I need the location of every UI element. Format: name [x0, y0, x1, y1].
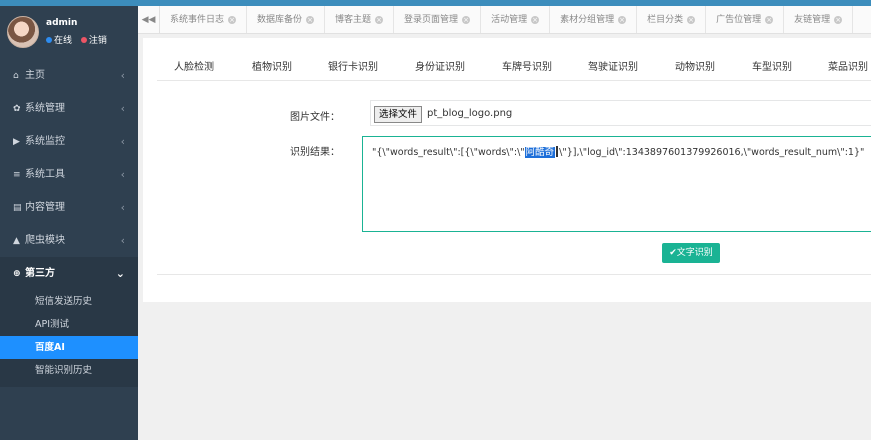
main-panel: 人脸检测 植物识别 银行卡识别 身份证识别 车牌号识别 驾驶证识别 动物识别 车… — [143, 38, 871, 302]
sidebar-item-crawler[interactable]: ▲ 爬虫模块 ‹ — [0, 224, 138, 257]
result-suffix: \"}],\"log_id\":1343897601379926016,\"wo… — [559, 147, 865, 158]
page-tab[interactable]: 博客主题 × — [325, 6, 395, 33]
tab-label: 活动管理 — [491, 15, 528, 25]
sidebar-item-label: 系统管理 — [25, 103, 65, 114]
file-input[interactable]: 选择文件 pt_blog_logo.png — [370, 100, 871, 126]
chevron-left-icon: ‹ — [120, 168, 125, 181]
tab-label: 广告位管理 — [716, 15, 762, 25]
close-icon[interactable]: × — [687, 16, 696, 24]
result-prefix: "{\"words_result\":[{\"words\":\" — [372, 147, 525, 158]
close-icon[interactable]: × — [834, 16, 843, 24]
video-icon: ▶ — [13, 137, 20, 147]
chevron-left-icon: ‹ — [120, 69, 125, 82]
page-tabs: 系统事件日志 × 数据库备份 × 博客主题 × 登录页面管理 × 活动管理 × 素材分组管… — [160, 6, 854, 33]
recognition-type-tabs: 人脸检测 植物识别 银行卡识别 身份证识别 车牌号识别 驾驶证识别 动物识别 车… — [157, 58, 871, 78]
close-icon[interactable]: × — [531, 16, 540, 24]
page-tabs-bar: ◀◀ 系统事件日志 × 数据库备份 × 博客主题 × 登录页面管理 × 活动管理 × 素材… — [138, 6, 871, 34]
bank-icon: ▲ — [13, 236, 20, 246]
user-profile: admin 在线 注销 — [0, 6, 138, 58]
tabs-divider — [157, 80, 871, 81]
tab-label: 系统事件日志 — [170, 15, 225, 25]
tab-id-card[interactable]: 身份证识别 — [415, 58, 465, 73]
page-tab[interactable]: 友链管理 × — [784, 6, 854, 33]
tab-face-detect[interactable]: 人脸检测 — [174, 58, 214, 73]
chevron-left-icon: ‹ — [120, 201, 125, 214]
page-tab[interactable]: 广告位管理 × — [706, 6, 785, 33]
sidebar-subitem-baidu-ai[interactable]: 百度AI — [0, 336, 138, 359]
result-textarea[interactable]: "{\"words_result\":[{\"words\":\"阿酷奇 \"}]… — [362, 136, 871, 232]
chevron-left-icon: ‹ — [120, 234, 125, 247]
username: admin — [46, 18, 78, 28]
tab-label: 博客主题 — [335, 15, 372, 25]
globe-icon: ⊕ — [13, 269, 21, 279]
tab-label: 友链管理 — [794, 15, 831, 25]
tab-car-model[interactable]: 车型识别 — [752, 58, 792, 73]
sidebar-item-thirdparty[interactable]: ⊕ 第三方 ⌄ — [0, 257, 138, 290]
selected-text: 阿酷奇 — [524, 147, 556, 158]
tab-bank-card[interactable]: 银行卡识别 — [328, 58, 378, 73]
ocr-button[interactable]: ✔文字识别 — [662, 243, 720, 263]
tab-label: 登录页面管理 — [404, 15, 459, 25]
tab-animal[interactable]: 动物识别 — [675, 58, 715, 73]
file-label: 图片文件： — [290, 112, 340, 123]
file-name: pt_blog_logo.png — [427, 108, 513, 119]
sidebar: admin 在线 注销 ⌂ 主页 ‹ ✿ 系统管理 ‹ ▶ 系统监控 ‹ ≡ 系统工具 ‹ ▤ 内… — [0, 6, 138, 440]
sidebar-item-content[interactable]: ▤ 内容管理 ‹ — [0, 191, 138, 224]
result-label: 识别结果： — [290, 147, 340, 158]
text-cursor-icon — [556, 146, 559, 157]
user-status: 在线 注销 — [46, 33, 107, 46]
home-icon: ⌂ — [13, 71, 19, 81]
status-online: 在线 — [54, 36, 73, 46]
chevron-left-icon: ‹ — [120, 102, 125, 115]
logout-dot-icon — [80, 37, 87, 43]
page-tab[interactable]: 活动管理 × — [481, 6, 551, 33]
online-dot-icon — [46, 37, 52, 43]
sidebar-item-tools[interactable]: ≡ 系统工具 ‹ — [0, 158, 138, 191]
choose-file-button[interactable]: 选择文件 — [374, 106, 423, 123]
sidebar-item-label: 第三方 — [25, 268, 55, 279]
sidebar-subitem-recognition-history[interactable]: 智能识别历史 — [0, 359, 138, 387]
tab-label: 素材分组管理 — [560, 15, 615, 25]
sidebar-item-system[interactable]: ✿ 系统管理 ‹ — [0, 92, 138, 125]
logout-link[interactable]: 注销 — [89, 36, 107, 46]
gear-icon: ✿ — [13, 104, 21, 114]
page-tab[interactable]: 素材分组管理 × — [550, 6, 638, 33]
sidebar-item-monitor[interactable]: ▶ 系统监控 ‹ — [0, 125, 138, 158]
sidebar-item-label: 主页 — [25, 70, 45, 81]
panel-divider — [157, 274, 871, 275]
avatar[interactable] — [7, 16, 39, 48]
tabs-scroll-left-icon[interactable]: ◀◀ — [138, 6, 160, 33]
sidebar-subitem-api-test[interactable]: API测试 — [0, 313, 138, 336]
chevron-left-icon: ‹ — [120, 135, 125, 148]
sidebar-nav: ⌂ 主页 ‹ ✿ 系统管理 ‹ ▶ 系统监控 ‹ ≡ 系统工具 ‹ ▤ 内容管理 ‹ ▲ 爬虫模块 ‹ … — [0, 59, 138, 290]
sidebar-item-home[interactable]: ⌂ 主页 ‹ — [0, 59, 138, 92]
sidebar-item-label: 系统监控 — [25, 136, 65, 147]
close-icon[interactable]: × — [228, 16, 237, 24]
list-icon: ≡ — [13, 170, 21, 180]
page-tab[interactable]: 栏目分类 × — [637, 6, 707, 33]
tab-label: 栏目分类 — [647, 15, 684, 25]
close-icon[interactable]: × — [765, 16, 774, 24]
sidebar-item-label: 系统工具 — [25, 169, 65, 180]
tab-label: 数据库备份 — [257, 15, 303, 25]
tab-plant[interactable]: 植物识别 — [252, 58, 292, 73]
result-text: "{\"words_result\":[{\"words\":\"阿酷奇 \"}]… — [372, 144, 864, 158]
close-icon[interactable]: × — [306, 16, 315, 24]
page-tab[interactable]: 数据库备份 × — [247, 6, 326, 33]
tab-dish[interactable]: 菜品识别 — [828, 58, 868, 73]
sidebar-item-label: 爬虫模块 — [25, 235, 65, 246]
page-tab[interactable]: 系统事件日志 × — [160, 6, 248, 33]
page-tab[interactable]: 登录页面管理 × — [394, 6, 482, 33]
close-icon[interactable]: × — [618, 16, 627, 24]
sidebar-subitem-sms-history[interactable]: 短信发送历史 — [0, 290, 138, 313]
sidebar-subnav: 短信发送历史 API测试 百度AI 智能识别历史 — [0, 290, 138, 387]
tab-driver-license[interactable]: 驾驶证识别 — [588, 58, 638, 73]
newspaper-icon: ▤ — [13, 203, 22, 213]
close-icon[interactable]: × — [462, 16, 471, 24]
tab-license-plate[interactable]: 车牌号识别 — [502, 58, 552, 73]
sidebar-item-label: 内容管理 — [25, 202, 65, 213]
chevron-down-icon: ⌄ — [115, 267, 125, 280]
close-icon[interactable]: × — [375, 16, 384, 24]
